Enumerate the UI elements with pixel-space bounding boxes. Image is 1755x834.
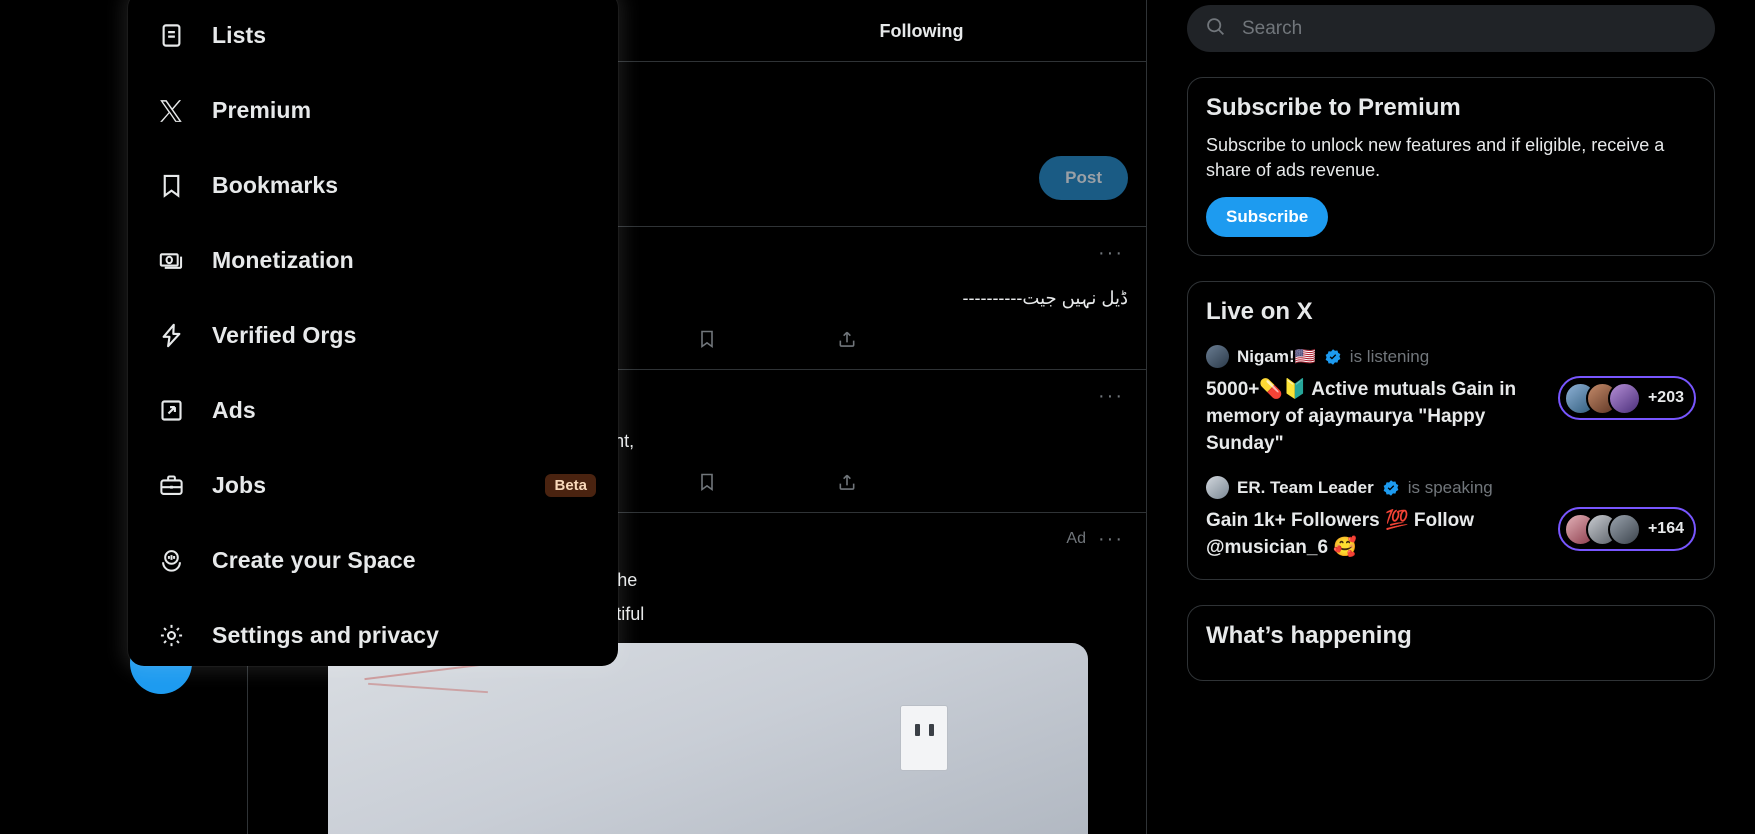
tweet-more-icon[interactable]: ··· <box>1098 242 1124 265</box>
live-space-title: 5000+💊🔰 Active mutuals Gain in memory of… <box>1206 379 1517 454</box>
participant-count: +164 <box>1647 520 1684 537</box>
image-detail-outlet <box>900 705 948 771</box>
menu-item-verified-orgs[interactable]: Verified Orgs <box>128 298 618 373</box>
post-button[interactable]: Post <box>1039 156 1128 200</box>
money-icon <box>152 247 190 274</box>
menu-item-label: Settings and privacy <box>212 622 439 648</box>
arrow-out-of-box-icon <box>152 397 190 424</box>
live-space-item[interactable]: Nigam!🇺🇸 is listening 5000+💊🔰 Active mut… <box>1206 345 1696 457</box>
briefcase-icon <box>152 472 190 499</box>
live-space-title: Gain 1k+ Followers 💯 Follow @musician_6 … <box>1206 510 1475 558</box>
share-action[interactable] <box>837 329 857 349</box>
verified-badge-icon <box>1382 479 1400 497</box>
subscribe-button[interactable]: Subscribe <box>1206 197 1329 237</box>
more-menu-dropdown: Lists Premium Bookmarks Monetization Ver… <box>128 0 618 666</box>
search-bar[interactable]: Search <box>1187 5 1715 52</box>
menu-item-label: Verified Orgs <box>212 322 357 348</box>
verified-badge-icon <box>1324 348 1342 366</box>
image-detail-line <box>368 682 488 694</box>
tweet-more-icon[interactable]: ··· <box>1098 385 1124 408</box>
live-participants-facepile[interactable]: +164 <box>1557 507 1696 551</box>
menu-item-bookmarks[interactable]: Bookmarks <box>128 148 618 223</box>
live-space-body: Gain 1k+ Followers 💯 Follow @musician_6 … <box>1206 507 1696 561</box>
live-space-host-row: ER. Team Leader is speaking <box>1206 476 1696 499</box>
premium-card-title: Subscribe to Premium <box>1206 94 1461 121</box>
lists-icon <box>152 22 190 49</box>
live-on-x-title: Live on X <box>1206 298 1313 325</box>
participant-count: +203 <box>1647 389 1684 406</box>
menu-item-label: Monetization <box>212 247 354 273</box>
search-icon <box>1205 16 1226 42</box>
live-host-name: Nigam!🇺🇸 <box>1237 346 1316 366</box>
menu-item-ads[interactable]: Ads <box>128 373 618 448</box>
menu-item-lists[interactable]: Lists <box>128 0 618 73</box>
microphone-icon <box>152 547 190 574</box>
search-input[interactable]: Search <box>1242 18 1302 40</box>
avatar <box>1607 381 1641 415</box>
live-state-label: is listening <box>1349 346 1430 366</box>
menu-item-premium[interactable]: Premium <box>128 73 618 148</box>
share-action[interactable] <box>837 472 857 492</box>
menu-item-label: Bookmarks <box>212 172 339 198</box>
menu-item-label: Lists <box>212 22 267 48</box>
menu-item-label: Create your Space <box>212 547 416 573</box>
avatar <box>1206 345 1229 368</box>
menu-item-create-your-space[interactable]: Create your Space <box>128 523 618 598</box>
live-space-host-row: Nigam!🇺🇸 is listening <box>1206 345 1696 368</box>
menu-item-label: Jobs <box>212 472 267 498</box>
menu-item-label: Ads <box>212 397 256 423</box>
avatar <box>1607 512 1641 546</box>
x-twitter-app-window: For you Following ! Post n · 5h ··· ڈیل … <box>0 0 1755 834</box>
bookmark-icon <box>152 172 190 199</box>
menu-item-settings-and-privacy[interactable]: Settings and privacy <box>128 598 618 673</box>
bookmark-action[interactable] <box>697 472 837 492</box>
x-logo-icon <box>152 98 190 124</box>
tab-following[interactable]: Following <box>697 0 1146 61</box>
tweet-more-icon[interactable]: ··· <box>1098 528 1124 551</box>
menu-item-monetization[interactable]: Monetization <box>128 223 618 298</box>
live-space-item[interactable]: ER. Team Leader is speaking Gain 1k+ Fol… <box>1206 476 1696 561</box>
whats-happening-card: What’s happening <box>1187 605 1715 681</box>
live-state-label: is speaking <box>1407 477 1493 497</box>
bookmark-action[interactable] <box>697 329 837 349</box>
live-on-x-card: Live on X Nigam!🇺🇸 is listening 5000+💊🔰 … <box>1187 281 1715 580</box>
live-participants-facepile[interactable]: +203 <box>1557 376 1696 420</box>
premium-card-body: Subscribe to unlock new features and if … <box>1206 135 1665 180</box>
menu-item-label: Premium <box>212 97 312 123</box>
live-space-body: 5000+💊🔰 Active mutuals Gain in memory of… <box>1206 376 1696 457</box>
right-sidebar: Search Subscribe to Premium Subscribe to… <box>1147 0 1755 834</box>
menu-item-jobs[interactable]: Jobs Beta <box>128 448 618 523</box>
gear-icon <box>152 622 190 649</box>
lightning-bolt-icon <box>152 322 190 349</box>
live-host-name: ER. Team Leader <box>1237 477 1374 497</box>
ad-label: Ad <box>1066 530 1086 547</box>
avatar <box>1206 476 1229 499</box>
whats-happening-title: What’s happening <box>1206 622 1412 649</box>
subscribe-to-premium-card: Subscribe to Premium Subscribe to unlock… <box>1187 77 1715 256</box>
jobs-beta-badge: Beta <box>545 474 596 497</box>
